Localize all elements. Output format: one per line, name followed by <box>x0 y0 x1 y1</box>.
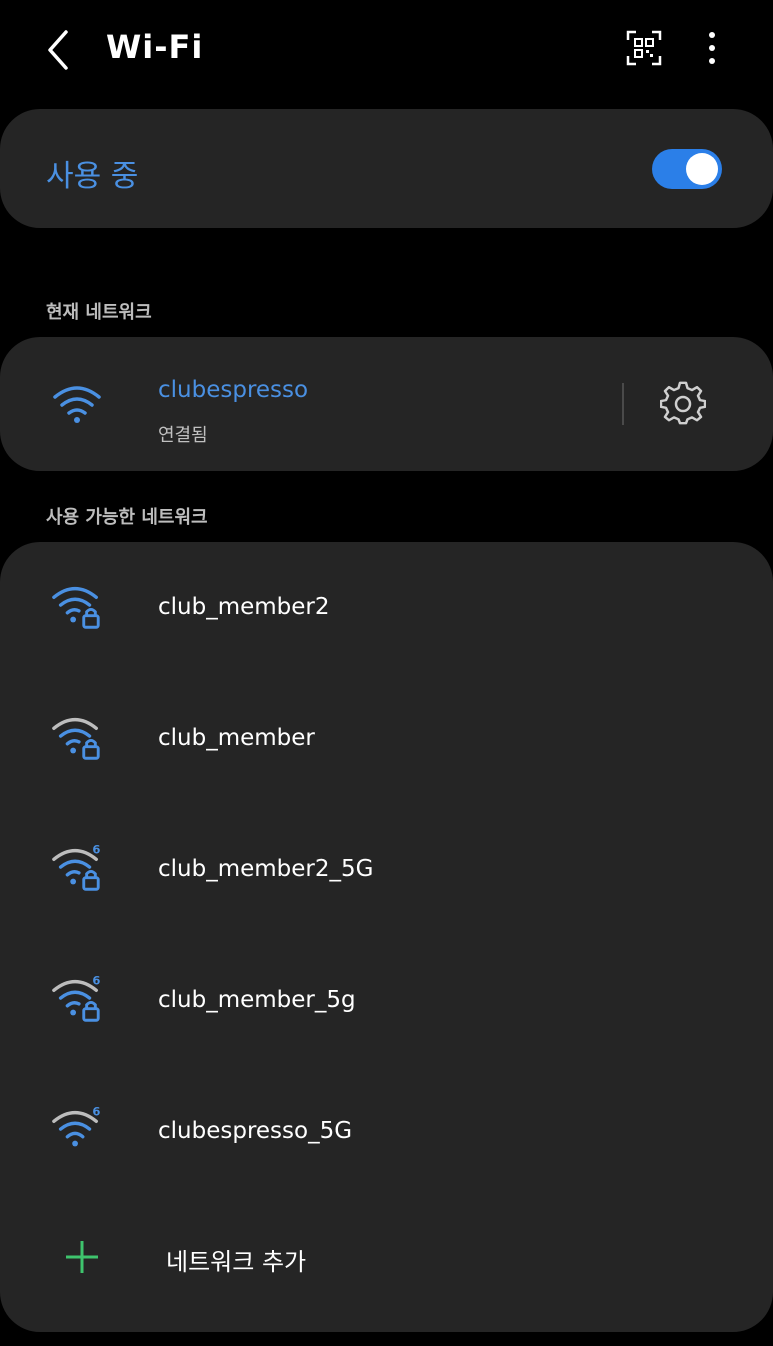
network-row[interactable]: club_member2 <box>0 542 773 673</box>
wifi-icon <box>53 386 101 423</box>
network-name: club_member2_5G <box>158 856 374 882</box>
wifi-locked-icon <box>52 717 100 760</box>
current-network-status: 연결됨 <box>158 425 208 446</box>
network-settings-button[interactable] <box>659 381 707 427</box>
add-network-button[interactable]: 네트워크 추가 <box>0 1202 773 1312</box>
more-options-button[interactable] <box>700 28 724 68</box>
network-name: club_member_5g <box>158 987 356 1013</box>
gear-icon <box>659 381 707 425</box>
qr-scan-button[interactable] <box>626 30 662 66</box>
chevron-left-icon <box>48 30 68 70</box>
wifi-locked-icon <box>52 586 100 629</box>
toggle-label: 사용 중 <box>46 159 139 194</box>
wifi6-locked-icon: 6 <box>52 974 100 1022</box>
switch-knob <box>686 153 718 185</box>
divider <box>622 383 624 425</box>
current-network-heading: 현재 네트워크 <box>46 302 152 323</box>
available-networks-heading: 사용 가능한 네트워크 <box>46 507 208 528</box>
network-row[interactable]: 6 club_member2_5G <box>0 804 773 935</box>
network-name: clubespresso_5G <box>158 1118 353 1144</box>
network-row[interactable]: 6 club_member_5g <box>0 935 773 1066</box>
wifi6-icon: 6 <box>52 1105 100 1147</box>
svg-text:6: 6 <box>92 843 100 857</box>
current-network-card[interactable]: clubespresso 연결됨 <box>0 337 773 471</box>
page-title: Wi-Fi <box>106 28 204 66</box>
svg-text:6: 6 <box>92 1105 100 1119</box>
network-name: club_member <box>158 725 315 751</box>
more-vertical-icon <box>709 32 715 64</box>
current-network-name: clubespresso <box>158 377 309 403</box>
svg-text:6: 6 <box>92 974 100 988</box>
available-networks-card: club_member2 club_member 6 club_member2_… <box>0 542 773 1332</box>
app-header: Wi-Fi <box>0 0 773 100</box>
wifi-switch[interactable] <box>652 149 722 189</box>
network-row[interactable]: club_member <box>0 673 773 804</box>
network-row[interactable]: 6 clubespresso_5G <box>0 1066 773 1197</box>
plus-icon <box>66 1241 98 1273</box>
network-name: club_member2 <box>158 594 330 620</box>
qr-code-icon <box>626 30 662 66</box>
wifi6-locked-icon: 6 <box>52 843 100 891</box>
add-network-label: 네트워크 추가 <box>166 1248 307 1276</box>
back-button[interactable] <box>40 28 80 72</box>
